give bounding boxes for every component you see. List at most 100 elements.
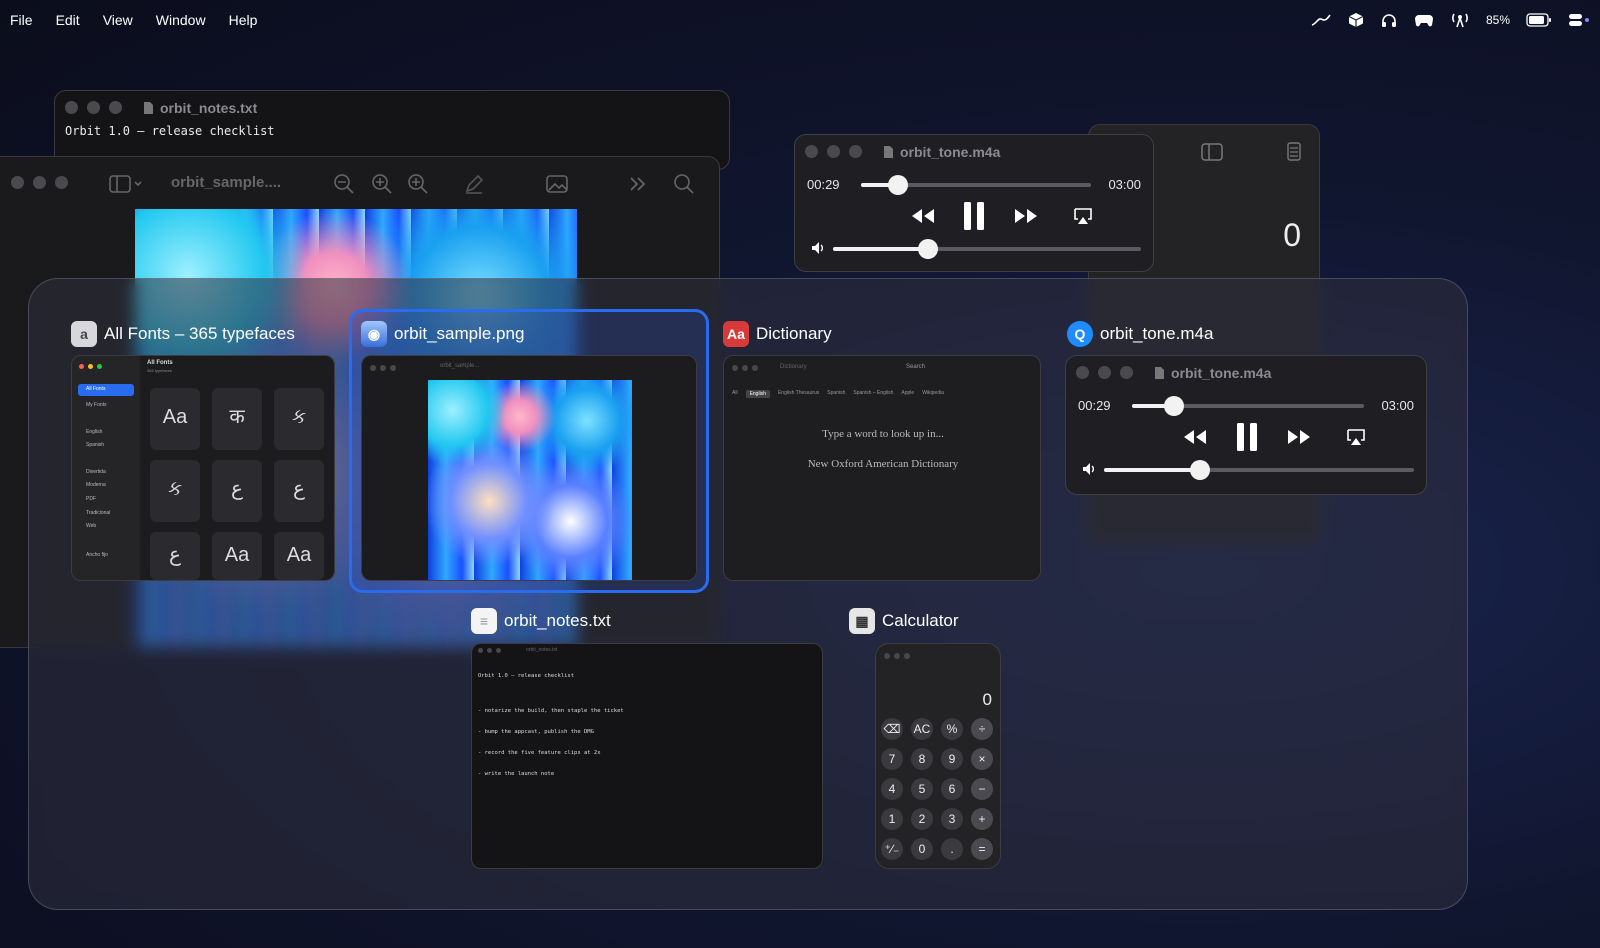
pause-icon[interactable]: [963, 201, 985, 231]
font-tile[interactable]: ક: [274, 388, 324, 450]
menu-window[interactable]: Window: [156, 12, 206, 28]
switcher-label-calculator[interactable]: ▦ Calculator: [849, 608, 959, 634]
dict-tab[interactable]: Wikipedia: [922, 390, 944, 398]
window-controls[interactable]: [478, 648, 501, 653]
fonts-thumbnail[interactable]: All Fonts 365 typefaces All Fonts My Fon…: [71, 355, 335, 581]
switcher-label-fonts[interactable]: a All Fonts – 365 typefaces: [71, 321, 295, 347]
fast-forward-icon[interactable]: [1286, 428, 1312, 446]
rewind-icon[interactable]: [1182, 428, 1208, 446]
calc-key[interactable]: +: [971, 808, 993, 830]
scribble-icon[interactable]: [1310, 12, 1332, 28]
notes-thumbnail[interactable]: orbit_notes.txt Orbit 1.0 — release chec…: [471, 643, 823, 869]
calc-key[interactable]: ⁺∕₋: [881, 838, 903, 860]
antenna-icon[interactable]: [1450, 12, 1470, 28]
gamecontroller-icon[interactable]: [1414, 12, 1434, 28]
sidebar-item[interactable]: My Fonts: [86, 402, 107, 408]
calc-key[interactable]: .: [941, 838, 963, 860]
calc-key[interactable]: ⌫: [881, 718, 903, 740]
calc-key[interactable]: %: [941, 718, 963, 740]
scrubber[interactable]: [1132, 396, 1364, 416]
font-tile[interactable]: ક: [150, 460, 200, 522]
calc-key[interactable]: ×: [971, 748, 993, 770]
window-controls[interactable]: [11, 176, 68, 189]
pause-icon[interactable]: [1236, 422, 1258, 452]
sidebar-item[interactable]: Ancho fijo: [86, 552, 108, 558]
calc-key[interactable]: 6: [941, 778, 963, 800]
zoom-out-icon[interactable]: [333, 173, 355, 195]
zoom-in-icon[interactable]: [371, 173, 393, 195]
switcher-label-notes[interactable]: ≡ orbit_notes.txt: [471, 608, 611, 634]
font-tile[interactable]: Aa: [274, 532, 324, 580]
switcher-label-preview[interactable]: ◉ orbit_sample.png: [361, 321, 524, 347]
rewind-icon[interactable]: [910, 207, 936, 225]
font-tile[interactable]: Aa: [150, 388, 200, 450]
volume-slider[interactable]: [833, 239, 1141, 259]
dict-tab[interactable]: All: [732, 390, 738, 398]
menu-edit[interactable]: Edit: [56, 12, 80, 28]
sidebar-item[interactable]: Tradicional: [86, 510, 110, 516]
calc-key[interactable]: =: [971, 838, 993, 860]
sidebar-item[interactable]: English: [86, 429, 102, 435]
window-controls[interactable]: [79, 364, 102, 369]
preview-thumbnail[interactable]: orbit_sample...: [361, 355, 697, 581]
player-thumbnail[interactable]: orbit_tone.m4a 00:29 03:00: [1065, 355, 1427, 495]
sidebar-item[interactable]: Moderna: [86, 482, 106, 488]
font-tile[interactable]: Aa: [212, 532, 262, 580]
sidebar-item[interactable]: Spanish: [86, 442, 104, 448]
search-icon[interactable]: [673, 173, 695, 195]
font-tile[interactable]: ع: [150, 532, 200, 580]
switcher-label-player[interactable]: Q orbit_tone.m4a: [1067, 321, 1213, 347]
control-center-icon[interactable]: [1568, 12, 1590, 28]
sidebar-item[interactable]: PDF: [86, 496, 96, 502]
window-controls[interactable]: [1076, 366, 1133, 379]
switcher-label-dictionary[interactable]: Aa Dictionary: [723, 321, 832, 347]
calc-key[interactable]: 4: [881, 778, 903, 800]
dictionary-thumbnail[interactable]: Dictionary Search All English English Th…: [723, 355, 1041, 581]
menu-file[interactable]: File: [10, 12, 33, 28]
window-controls[interactable]: [884, 653, 910, 659]
sidebar-toggle-icon[interactable]: [109, 174, 145, 194]
calc-key[interactable]: 8: [911, 748, 933, 770]
volume-slider[interactable]: [1104, 460, 1414, 480]
calc-key[interactable]: 2: [911, 808, 933, 830]
calc-key[interactable]: 5: [911, 778, 933, 800]
calc-key[interactable]: 7: [881, 748, 903, 770]
window-controls[interactable]: [370, 365, 396, 371]
sidebar-item[interactable]: All Fonts: [86, 386, 105, 392]
airplay-icon[interactable]: [1346, 428, 1366, 446]
calc-key[interactable]: 0: [911, 838, 933, 860]
dict-tab[interactable]: Apple: [901, 390, 914, 398]
dict-tab[interactable]: English Thesaurus: [778, 390, 819, 398]
calc-key[interactable]: AC: [911, 718, 933, 740]
sidebar-item[interactable]: Web: [86, 523, 96, 529]
calc-key[interactable]: 1: [881, 808, 903, 830]
font-tile[interactable]: ع: [212, 460, 262, 522]
share-photo-icon[interactable]: [545, 173, 569, 195]
window-controls[interactable]: [65, 101, 122, 114]
cube-icon[interactable]: [1348, 12, 1364, 28]
more-tools-icon[interactable]: [627, 173, 649, 195]
calc-key[interactable]: ÷: [971, 718, 993, 740]
zoom-fit-icon[interactable]: [407, 173, 429, 195]
window-controls[interactable]: [805, 145, 862, 158]
dict-tab[interactable]: Spanish – English: [853, 390, 893, 398]
sidebar-toggle-icon[interactable]: [1201, 143, 1223, 161]
menu-help[interactable]: Help: [229, 12, 258, 28]
font-tile[interactable]: क: [212, 388, 262, 450]
airplay-icon[interactable]: [1073, 207, 1093, 225]
calculator-thumbnail[interactable]: 0 ⌫ AC % ÷ 7 8 9 × 4 5 6 − 1 2 3 + ⁺∕₋ 0…: [875, 643, 1001, 869]
sidebar-item[interactable]: Divertida: [86, 469, 106, 475]
dict-search[interactable]: Search: [906, 364, 925, 370]
battery-icon[interactable]: [1526, 13, 1552, 27]
window-controls[interactable]: [732, 365, 758, 371]
calc-key[interactable]: 9: [941, 748, 963, 770]
fast-forward-icon[interactable]: [1013, 207, 1039, 225]
menu-view[interactable]: View: [103, 12, 133, 28]
headphones-icon[interactable]: [1380, 12, 1398, 28]
calc-key[interactable]: −: [971, 778, 993, 800]
scrubber[interactable]: [861, 175, 1091, 195]
dict-tab[interactable]: Spanish: [827, 390, 845, 398]
calc-key[interactable]: 3: [941, 808, 963, 830]
dict-name[interactable]: New Oxford American Dictionary: [724, 458, 1040, 470]
font-tile[interactable]: ع: [274, 460, 324, 522]
